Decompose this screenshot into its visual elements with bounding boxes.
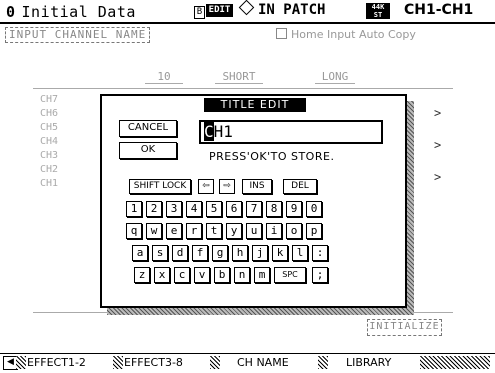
key-3[interactable]: 3 bbox=[166, 201, 182, 217]
auto-copy-checkbox[interactable] bbox=[276, 28, 287, 39]
page-title: INPUT CHANNEL NAME bbox=[5, 27, 151, 43]
key-colon[interactable]: : bbox=[312, 245, 328, 261]
channel-next-arrow[interactable]: > bbox=[434, 138, 441, 152]
key-h[interactable]: h bbox=[232, 245, 248, 261]
key-a[interactable]: a bbox=[132, 245, 148, 261]
bank-flag: B bbox=[194, 6, 205, 19]
key-5[interactable]: 5 bbox=[206, 201, 222, 217]
divider bbox=[0, 22, 495, 24]
title-edit-dialog: TITLE EDIT CANCEL OK CH1 PRESS'OK'TO STO… bbox=[100, 94, 407, 308]
channel-next-arrow[interactable]: > bbox=[434, 106, 441, 120]
bottom-tab-bar: ◀ EFFECT1-2 EFFECT3-8 CH NAME LIBRARY bbox=[0, 353, 495, 373]
tab-separator bbox=[113, 356, 123, 369]
tab-separator bbox=[318, 356, 328, 369]
channel-label: CH3 bbox=[40, 150, 59, 161]
key-f[interactable]: f bbox=[192, 245, 208, 261]
key-6[interactable]: 6 bbox=[226, 201, 242, 217]
key-i[interactable]: i bbox=[266, 223, 282, 239]
tab-separator bbox=[420, 356, 490, 369]
key-v[interactable]: v bbox=[194, 267, 210, 283]
key-u[interactable]: u bbox=[246, 223, 262, 239]
channel-label: CH2 bbox=[40, 164, 59, 175]
ok-button[interactable]: OK bbox=[119, 142, 177, 159]
channel-label: CH4 bbox=[40, 136, 59, 147]
delete-button[interactable]: DEL bbox=[283, 179, 317, 194]
arrow-right-icon: ⇨ bbox=[223, 181, 231, 191]
channel-next-arrow[interactable]: > bbox=[434, 170, 441, 184]
scene-number: 0 bbox=[6, 3, 16, 21]
divider bbox=[33, 88, 453, 89]
key-z[interactable]: z bbox=[134, 267, 150, 283]
channel-range: CH1-CH1 bbox=[404, 2, 474, 18]
key-4[interactable]: 4 bbox=[186, 201, 202, 217]
key-n[interactable]: n bbox=[234, 267, 250, 283]
column-header-10: 10 bbox=[145, 70, 183, 84]
key-l[interactable]: l bbox=[292, 245, 308, 261]
dialog-title: TITLE EDIT bbox=[204, 98, 306, 112]
key-0[interactable]: 0 bbox=[306, 201, 322, 217]
edit-flag: EDIT bbox=[206, 4, 233, 17]
channel-label: CH1 bbox=[40, 178, 59, 189]
auto-copy-option[interactable]: Home Input Auto Copy bbox=[276, 27, 416, 41]
sample-rate-bottom: ST bbox=[373, 11, 383, 19]
patch-mode-label: IN PATCH bbox=[258, 2, 326, 18]
key-9[interactable]: 9 bbox=[286, 201, 302, 217]
key-r[interactable]: r bbox=[186, 223, 202, 239]
key-semicolon[interactable]: ; bbox=[312, 267, 328, 283]
arrow-left-icon: ⇦ bbox=[202, 181, 210, 191]
patch-mode: IN PATCH bbox=[238, 0, 326, 18]
key-b[interactable]: b bbox=[214, 267, 230, 283]
cancel-button[interactable]: CANCEL bbox=[119, 120, 177, 137]
key-8[interactable]: 8 bbox=[266, 201, 282, 217]
tab-separator bbox=[16, 356, 26, 369]
sample-rate-badge: 44K ST bbox=[366, 3, 390, 19]
title-input[interactable]: CH1 bbox=[199, 120, 383, 144]
tab-ch-name[interactable]: CH NAME bbox=[237, 356, 289, 369]
channel-label: CH6 bbox=[40, 108, 59, 119]
cursor-right-button[interactable]: ⇨ bbox=[219, 179, 235, 194]
key-7[interactable]: 7 bbox=[246, 201, 262, 217]
title-input-value: H1 bbox=[213, 122, 233, 141]
tab-effect3-8[interactable]: EFFECT3-8 bbox=[124, 356, 183, 369]
space-key[interactable]: SPC bbox=[274, 267, 306, 283]
cursor-left-button[interactable]: ⇦ bbox=[198, 179, 214, 194]
key-1[interactable]: 1 bbox=[126, 201, 142, 217]
store-hint: PRESS'OK'TO STORE. bbox=[209, 150, 335, 163]
key-w[interactable]: w bbox=[146, 223, 162, 239]
tab-library[interactable]: LIBRARY bbox=[346, 356, 391, 369]
tab-separator bbox=[210, 356, 220, 369]
scene-indicator: 0 Initial Data bbox=[6, 3, 136, 21]
scene-name: Initial Data bbox=[21, 3, 136, 21]
key-o[interactable]: o bbox=[286, 223, 302, 239]
key-q[interactable]: q bbox=[126, 223, 142, 239]
key-s[interactable]: s bbox=[152, 245, 168, 261]
insert-button[interactable]: INS bbox=[242, 179, 272, 194]
key-2[interactable]: 2 bbox=[146, 201, 162, 217]
key-j[interactable]: j bbox=[252, 245, 268, 261]
key-t[interactable]: t bbox=[206, 223, 222, 239]
key-e[interactable]: e bbox=[166, 223, 182, 239]
key-d[interactable]: d bbox=[172, 245, 188, 261]
sample-rate-top: 44K bbox=[371, 3, 385, 11]
auto-copy-label: Home Input Auto Copy bbox=[291, 28, 416, 41]
key-x[interactable]: x bbox=[154, 267, 170, 283]
status-bar: 0 Initial Data B EDIT IN PATCH 44K ST CH1… bbox=[0, 0, 495, 22]
key-y[interactable]: y bbox=[226, 223, 242, 239]
column-header-short: SHORT bbox=[215, 70, 263, 84]
tab-effect1-2[interactable]: EFFECT1-2 bbox=[27, 356, 86, 369]
text-cursor: C bbox=[204, 122, 214, 141]
key-k[interactable]: k bbox=[272, 245, 288, 261]
key-p[interactable]: p bbox=[306, 223, 322, 239]
column-header-long: LONG bbox=[315, 70, 355, 84]
channel-label: CH5 bbox=[40, 122, 59, 133]
initialize-button[interactable]: INITIALIZE bbox=[367, 319, 442, 336]
edit-indicator: B EDIT bbox=[194, 4, 234, 19]
key-g[interactable]: g bbox=[212, 245, 228, 261]
channel-label: CH7 bbox=[40, 94, 59, 105]
key-c[interactable]: c bbox=[174, 267, 190, 283]
key-m[interactable]: m bbox=[254, 267, 270, 283]
shift-lock-button[interactable]: SHIFT LOCK bbox=[129, 179, 191, 194]
triangle-left-icon: ◀ bbox=[7, 357, 14, 367]
diamond-icon bbox=[238, 0, 255, 16]
